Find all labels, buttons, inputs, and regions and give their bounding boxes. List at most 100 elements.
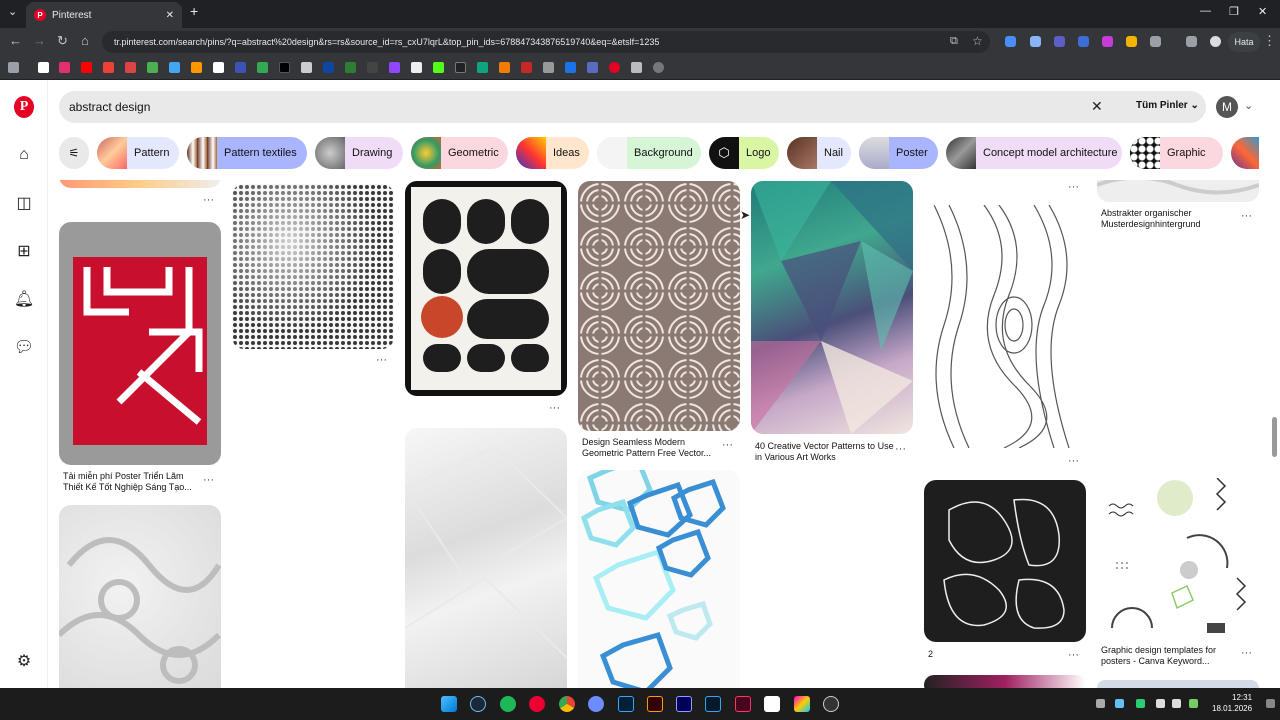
notification-icon[interactable]	[1266, 699, 1275, 708]
bookmark-icon[interactable]	[587, 62, 598, 73]
extensions-puzzle-icon[interactable]	[1150, 36, 1161, 47]
pin-filter-dropdown[interactable]: Tüm Pinler ⌄	[1136, 100, 1199, 111]
taskbar-illustrator-icon[interactable]	[647, 696, 663, 712]
bookmark-icon[interactable]	[345, 62, 356, 73]
profile-error-button[interactable]: Hata	[1228, 32, 1260, 52]
pin-card-poster[interactable]	[59, 222, 221, 465]
extension-icon[interactable]	[1005, 36, 1016, 47]
taskbar-steam-icon[interactable]	[470, 696, 486, 712]
bookmark-icon[interactable]	[235, 62, 246, 73]
explore-nav-icon[interactable]: ◫	[14, 193, 34, 213]
tray-app-icon[interactable]	[1115, 699, 1124, 708]
extension-icon[interactable]	[1054, 36, 1065, 47]
profile-icon[interactable]	[1210, 36, 1221, 47]
bookmark-star-icon[interactable]: ☆	[972, 34, 983, 48]
pin-more-icon[interactable]: ···	[549, 402, 560, 414]
pin-more-icon[interactable]: ···	[203, 474, 214, 486]
pin-card-geometric-pattern[interactable]	[578, 181, 740, 431]
tray-mic-icon[interactable]	[1136, 699, 1145, 708]
taskbar-indesign-icon[interactable]	[735, 696, 751, 712]
page-scrollbar[interactable]	[1272, 417, 1277, 457]
bookmark-icon[interactable]	[213, 62, 224, 73]
chip-logo[interactable]: ⬡ Logo	[709, 137, 779, 169]
menu-icon[interactable]: ⋮	[1263, 33, 1276, 49]
taskbar-chrome-icon[interactable]	[559, 696, 575, 712]
windows-start-icon[interactable]	[441, 696, 457, 712]
taskbar-app-icon[interactable]	[823, 696, 839, 712]
pin-card[interactable]	[1097, 680, 1259, 688]
chip-next-partial[interactable]	[1231, 137, 1259, 169]
install-icon[interactable]: ⧉	[950, 35, 958, 48]
pin-more-icon[interactable]: ···	[1241, 647, 1252, 659]
pin-more-icon[interactable]: ···	[1068, 649, 1079, 661]
bookmark-icon[interactable]	[565, 62, 576, 73]
chip-poster[interactable]: Poster	[859, 137, 938, 169]
bookmark-icon[interactable]	[631, 62, 642, 73]
settings-gear-icon[interactable]: ⚙	[14, 651, 34, 671]
filter-button[interactable]: ⚟	[59, 137, 89, 169]
tray-network-icon[interactable]	[1156, 699, 1165, 708]
bookmark-pinterest-icon[interactable]	[609, 62, 620, 73]
bookmark-icon[interactable]	[191, 62, 202, 73]
messages-icon[interactable]: 💬︎	[14, 337, 34, 357]
bookmark-icon[interactable]	[411, 62, 422, 73]
pin-more-icon[interactable]: ···	[1068, 455, 1079, 467]
pin-more-icon[interactable]: ···	[722, 439, 733, 451]
bookmark-icon[interactable]	[455, 62, 466, 73]
address-bar[interactable]: tr.pinterest.com/search/pins/?q=abstract…	[102, 31, 990, 53]
bookmark-gmail-icon[interactable]	[103, 62, 114, 73]
chip-concept-model-architecture[interactable]: Concept model architecture	[946, 137, 1122, 169]
taskbar-app-icon[interactable]	[794, 696, 810, 712]
chip-background[interactable]: Background	[597, 137, 701, 169]
download-icon[interactable]	[1186, 36, 1197, 47]
pin-card-low-poly-white[interactable]	[405, 428, 567, 688]
pin-card-low-poly-color[interactable]	[751, 181, 913, 434]
pin-more-icon[interactable]: ···	[376, 354, 387, 366]
bookmark-icon[interactable]	[125, 62, 136, 73]
browser-tab[interactable]: P Pinterest ✕	[26, 2, 182, 28]
pin-card[interactable]	[924, 675, 1086, 688]
new-tab-icon[interactable]: +	[190, 3, 198, 19]
bookmark-drive-icon[interactable]	[257, 62, 268, 73]
pin-card[interactable]	[59, 180, 221, 188]
pin-more-icon[interactable]: ···	[1241, 210, 1252, 222]
apps-grid-icon[interactable]	[8, 62, 19, 73]
search-input[interactable]: abstract design ✕ Tüm Pinler ⌄	[59, 91, 1206, 123]
chip-nail[interactable]: Nail	[787, 137, 851, 169]
bookmark-icon[interactable]	[323, 62, 334, 73]
extension-icon[interactable]	[1126, 36, 1137, 47]
taskbar-lightroom-icon[interactable]	[705, 696, 721, 712]
forward-icon[interactable]: →	[33, 33, 46, 48]
chip-geometric[interactable]: Geometric	[411, 137, 508, 169]
bookmark-icon[interactable]	[169, 62, 180, 73]
pin-card-memphis[interactable]	[1097, 478, 1259, 640]
bookmark-twitch-icon[interactable]	[389, 62, 400, 73]
bookmark-icon[interactable]	[499, 62, 510, 73]
account-chevron-down-icon[interactable]: ⌄	[1244, 99, 1253, 112]
create-nav-icon[interactable]: ⊞	[14, 241, 34, 261]
chip-graphic[interactable]: Graphic	[1130, 137, 1223, 169]
tray-battery-icon[interactable]	[1189, 699, 1198, 708]
pin-more-icon[interactable]: ···	[1068, 181, 1079, 193]
extension-icon[interactable]	[1078, 36, 1089, 47]
home-nav-icon[interactable]: ⌂	[14, 145, 34, 165]
chip-ideas[interactable]: Ideas	[516, 137, 589, 169]
pin-card-bauhaus[interactable]	[405, 181, 567, 396]
taskbar-clock[interactable]: 12:31 18.01.2026	[1212, 692, 1252, 714]
window-close-icon[interactable]: ✕	[1258, 5, 1267, 18]
taskbar-after-effects-icon[interactable]	[676, 696, 692, 712]
notifications-bell-icon[interactable]: 🔔︎	[14, 289, 34, 309]
pin-more-icon[interactable]: ···	[895, 443, 906, 455]
chip-drawing[interactable]: Drawing	[315, 137, 403, 169]
extension-icon[interactable]	[1030, 36, 1041, 47]
taskbar-capcut-icon[interactable]	[764, 696, 780, 712]
pinterest-logo-icon[interactable]: P	[14, 96, 34, 118]
bookmark-icon[interactable]	[367, 62, 378, 73]
back-icon[interactable]: ←	[9, 33, 22, 48]
pin-more-icon[interactable]: ···	[203, 194, 214, 206]
home-icon[interactable]: ⌂	[81, 33, 89, 48]
bookmark-icon[interactable]	[653, 62, 664, 73]
pin-card-halftone[interactable]	[232, 184, 394, 349]
pin-card-hexagons[interactable]	[578, 470, 740, 688]
tab-close-icon[interactable]: ✕	[166, 10, 174, 21]
